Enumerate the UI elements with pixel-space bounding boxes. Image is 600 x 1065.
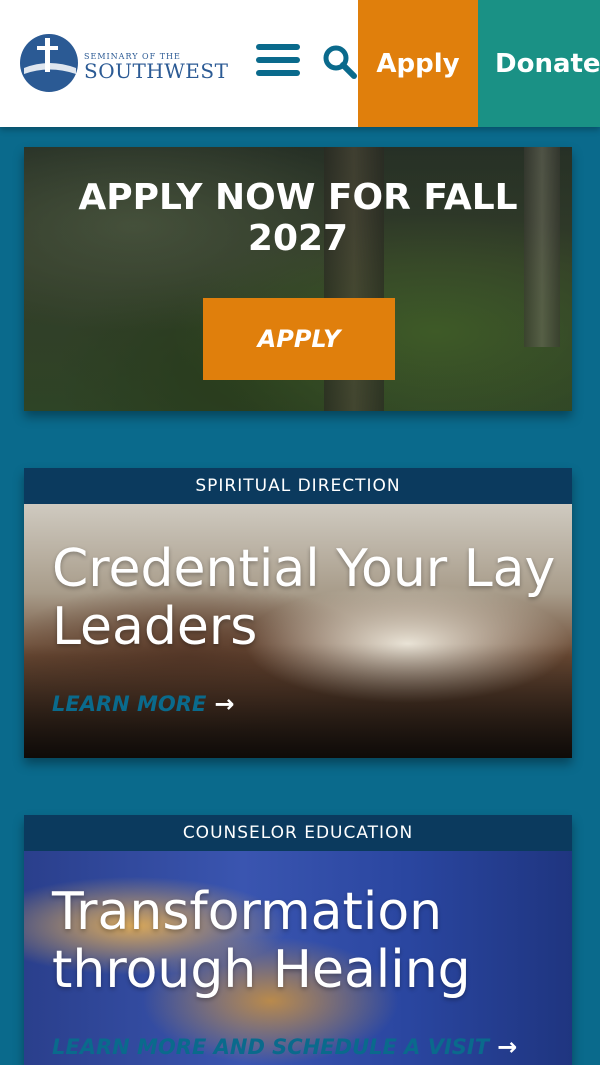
donate-button[interactable]: Donate: [478, 0, 600, 127]
spiritual-direction-card[interactable]: SPIRITUAL DIRECTION Credential Your Lay …: [24, 468, 572, 758]
learn-more-label: LEARN MORE: [52, 692, 207, 716]
apply-button[interactable]: Apply: [358, 0, 478, 127]
seminary-emblem-icon: [20, 34, 78, 92]
site-logo[interactable]: SEMINARY OF THE SOUTHWEST: [18, 32, 228, 94]
menu-icon[interactable]: [256, 44, 300, 80]
card-category-label: SPIRITUAL DIRECTION: [24, 468, 572, 504]
card-title: Credential Your Lay Leaders: [52, 539, 556, 657]
card-category-label: COUNSELOR EDUCATION: [24, 815, 572, 851]
arrow-right-icon: →: [497, 1033, 518, 1061]
arrow-right-icon: →: [214, 690, 235, 718]
card-title: Transformation through Healing: [52, 882, 471, 1000]
site-header: SEMINARY OF THE SOUTHWEST Apply Donate: [0, 0, 600, 127]
learn-more-label: LEARN MORE AND SCHEDULE A VISIT: [52, 1035, 490, 1059]
search-icon[interactable]: [322, 44, 358, 80]
hero-title: APPLY NOW FOR FALL 2027: [78, 177, 518, 259]
counselor-education-card[interactable]: COUNSELOR EDUCATION Transformation throu…: [24, 815, 572, 1065]
hero-apply-button[interactable]: APPLY: [203, 298, 395, 380]
logo-text-big: SOUTHWEST: [84, 59, 229, 83]
learn-more-link[interactable]: LEARN MORE →: [52, 690, 234, 718]
learn-more-schedule-link[interactable]: LEARN MORE AND SCHEDULE A VISIT →: [52, 1033, 517, 1061]
hero-card: APPLY NOW FOR FALL 2027 APPLY: [24, 147, 572, 411]
